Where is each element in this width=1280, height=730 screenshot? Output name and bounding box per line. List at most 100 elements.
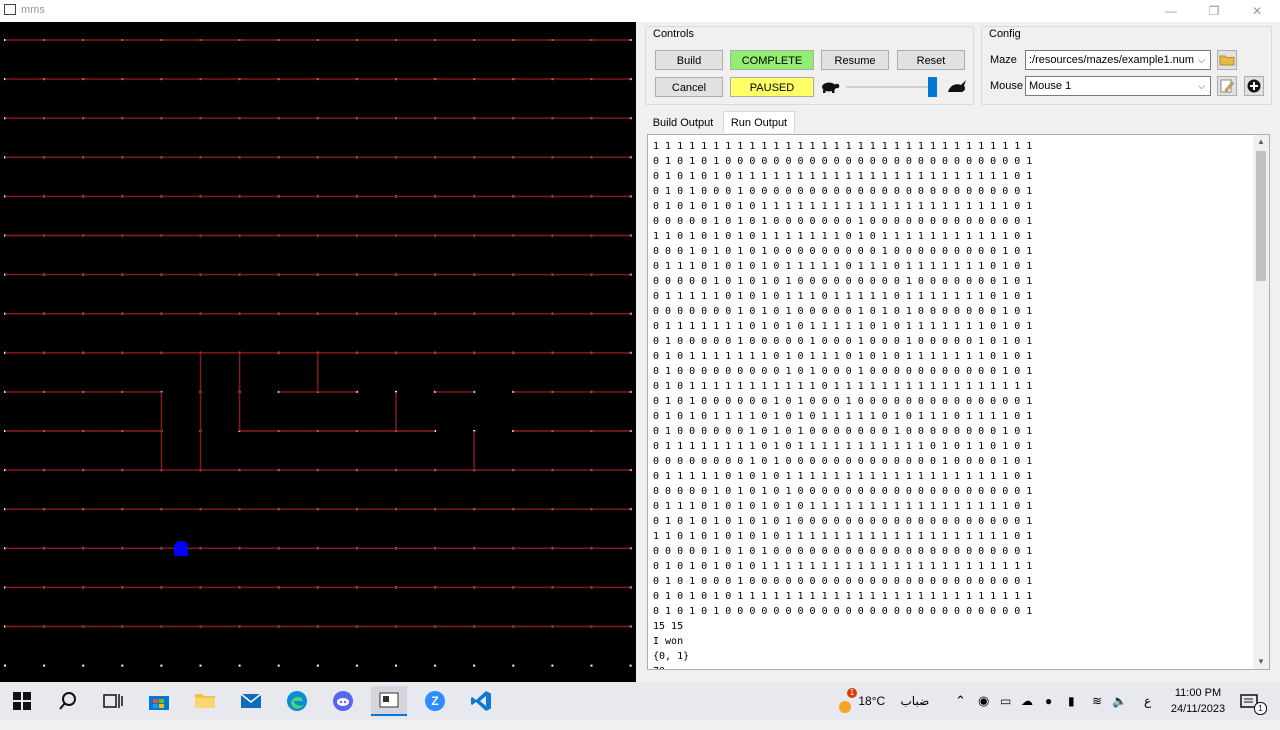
paused-status-button[interactable]: PAUSED bbox=[730, 77, 814, 97]
clock-date: 24/11/2023 bbox=[1170, 703, 1226, 715]
tab-build-output[interactable]: Build Output bbox=[648, 112, 718, 134]
output-line: 0 1 0 1 0 0 0 1 0 0 0 0 0 0 0 0 0 0 0 0 … bbox=[653, 186, 1033, 197]
output-line: {0, 1} bbox=[653, 651, 690, 662]
weather-temp: 18°C bbox=[858, 694, 886, 708]
micromouse-icon bbox=[174, 541, 188, 556]
speed-slider-track[interactable] bbox=[846, 86, 936, 88]
maze-post bbox=[395, 664, 397, 667]
notifications-icon[interactable]: 1 bbox=[1240, 682, 1267, 720]
scroll-up-icon[interactable]: ▲ bbox=[1253, 135, 1269, 149]
task-view-icon[interactable] bbox=[97, 686, 129, 716]
output-line: 0 1 1 1 0 1 0 1 0 1 0 1 1 1 1 1 0 1 1 1 … bbox=[653, 261, 1033, 272]
output-line: 0 0 0 1 0 1 0 1 0 1 0 0 0 0 0 0 0 0 0 1 … bbox=[653, 246, 1033, 257]
build-button[interactable]: Build bbox=[655, 50, 723, 70]
notification-badge: 1 bbox=[1254, 702, 1267, 715]
maze-post bbox=[355, 664, 358, 667]
record-icon[interactable]: ◉ bbox=[978, 682, 989, 720]
cancel-button[interactable]: Cancel bbox=[655, 77, 723, 97]
config-group-label: Config bbox=[989, 28, 1021, 40]
output-line: 0 0 0 0 0 0 0 1 0 1 0 1 0 0 0 0 0 1 0 1 … bbox=[653, 306, 1033, 317]
speed-slider-handle[interactable] bbox=[927, 77, 937, 97]
window-title: mms bbox=[21, 4, 45, 16]
output-line: 0 0 0 0 0 1 0 1 0 1 0 1 0 0 0 0 0 0 0 0 … bbox=[653, 276, 1033, 287]
wifi-icon[interactable]: ≋ bbox=[1092, 682, 1102, 720]
maze-post bbox=[434, 664, 437, 667]
store-icon[interactable] bbox=[143, 686, 175, 716]
microphone-icon[interactable]: ● bbox=[1045, 682, 1052, 720]
output-line: 0 1 0 1 0 1 0 0 0 0 0 0 0 0 0 0 0 0 0 0 … bbox=[653, 606, 1033, 617]
taskbar: Z 1 18°C ضباب ⌃ ◉ ▭ ☁ ● ▮ ≋ 🔈 ع 11:00 PM… bbox=[0, 682, 1280, 720]
app-icon bbox=[4, 4, 16, 15]
mouse-select[interactable]: Mouse 1 ⌵ bbox=[1025, 76, 1211, 96]
maze-post bbox=[316, 664, 319, 667]
run-output-text[interactable]: 1 1 1 1 1 1 1 1 1 1 1 1 1 1 1 1 1 1 1 1 … bbox=[647, 134, 1270, 670]
mouse-label: Mouse bbox=[990, 80, 1024, 92]
mouse-select-value: Mouse 1 bbox=[1029, 80, 1072, 92]
complete-status-button[interactable]: COMPLETE bbox=[730, 50, 814, 70]
output-line: 0 1 0 0 0 0 0 0 1 0 1 0 1 0 0 0 0 0 0 0 … bbox=[653, 426, 1033, 437]
tab-run-output[interactable]: Run Output bbox=[723, 111, 795, 133]
discord-icon[interactable] bbox=[327, 686, 359, 716]
output-line: 0 1 0 1 0 1 1 1 1 0 1 0 1 0 1 1 1 1 1 0 … bbox=[653, 411, 1033, 422]
reset-button[interactable]: Reset bbox=[897, 50, 965, 70]
output-line: 0 1 0 1 0 1 0 0 0 0 0 0 0 0 0 0 0 0 0 0 … bbox=[653, 156, 1033, 167]
edit-icon[interactable] bbox=[1217, 76, 1237, 96]
weather-widget[interactable]: 1 18°C ضباب bbox=[835, 682, 929, 720]
maze-post bbox=[512, 664, 515, 667]
output-scrollbar[interactable]: ▲ ▼ bbox=[1253, 135, 1269, 669]
maze-post bbox=[121, 664, 124, 667]
restore-icon[interactable]: ❐ bbox=[1192, 0, 1236, 22]
onedrive-icon[interactable]: ☁ bbox=[1021, 682, 1033, 720]
maze-post bbox=[82, 664, 85, 667]
output-line: 0 1 0 1 1 1 1 1 1 1 0 1 0 1 1 1 0 1 0 1 … bbox=[653, 351, 1033, 362]
battery-icon[interactable]: ▮ bbox=[1068, 682, 1075, 720]
clock[interactable]: 11:00 PM 24/11/2023 bbox=[1165, 685, 1231, 717]
mail-icon[interactable] bbox=[235, 686, 267, 716]
output-line: 0 1 0 1 0 1 0 1 1 1 1 1 1 1 1 1 1 1 1 1 … bbox=[653, 591, 1033, 602]
output-lines: 1 1 1 1 1 1 1 1 1 1 1 1 1 1 1 1 1 1 1 1 … bbox=[653, 139, 1033, 669]
output-line: 0 1 0 0 0 0 0 0 0 0 0 1 0 1 0 0 0 1 0 0 … bbox=[653, 366, 1033, 377]
resume-button[interactable]: Resume bbox=[821, 50, 889, 70]
maze-post bbox=[4, 664, 6, 667]
output-line: 1 1 1 1 1 1 1 1 1 1 1 1 1 1 1 1 1 1 1 1 … bbox=[653, 141, 1033, 152]
volume-icon[interactable]: 🔈 bbox=[1112, 682, 1127, 720]
output-line: 0 0 0 0 0 1 0 1 0 1 0 1 0 0 0 0 0 0 0 0 … bbox=[653, 486, 1033, 497]
output-line: 15 15 bbox=[653, 621, 684, 632]
zoom-icon[interactable]: Z bbox=[419, 686, 451, 716]
output-line: 0 1 1 1 1 1 0 1 0 1 0 1 1 1 1 1 1 1 1 1 … bbox=[653, 471, 1033, 482]
scroll-down-icon[interactable]: ▼ bbox=[1253, 655, 1269, 669]
language-indicator[interactable]: ع bbox=[1144, 682, 1151, 720]
scrollbar-thumb[interactable] bbox=[1256, 151, 1266, 281]
tablet-icon[interactable]: ▭ bbox=[1000, 682, 1011, 720]
vscode-icon[interactable] bbox=[465, 686, 497, 716]
edge-icon[interactable] bbox=[281, 686, 313, 716]
output-line: 0 1 0 1 0 1 0 1 0 1 1 1 1 1 1 1 1 1 1 1 … bbox=[653, 561, 1033, 572]
search-icon[interactable] bbox=[52, 686, 84, 716]
output-line: I won bbox=[653, 636, 684, 647]
file-explorer-icon[interactable] bbox=[189, 686, 221, 716]
add-mouse-icon[interactable] bbox=[1244, 76, 1264, 96]
output-line: 0 1 0 1 0 0 0 0 0 0 1 0 1 0 0 0 1 0 0 0 … bbox=[653, 396, 1033, 407]
folder-icon[interactable] bbox=[1217, 50, 1237, 70]
output-line: 0 1 0 1 0 1 0 1 0 1 0 1 0 0 0 0 0 0 0 0 … bbox=[653, 516, 1033, 527]
maze-post bbox=[160, 664, 163, 667]
output-line: 0 0 0 0 0 0 0 0 1 0 1 0 0 0 0 0 0 0 0 0 … bbox=[653, 456, 1033, 467]
svg-text:Z: Z bbox=[431, 694, 438, 708]
minimize-icon[interactable]: — bbox=[1149, 0, 1193, 22]
output-line: 0 1 0 0 0 0 0 1 0 0 0 0 0 1 0 0 0 1 0 0 … bbox=[653, 336, 1033, 347]
mms-app-icon[interactable] bbox=[371, 686, 407, 716]
rabbit-icon bbox=[948, 80, 966, 92]
output-line: 0 1 0 1 0 1 0 1 1 1 1 1 1 1 1 1 1 1 1 1 … bbox=[653, 171, 1033, 182]
output-line: 1 1 0 1 0 1 0 1 0 1 1 1 1 1 1 1 0 1 0 1 … bbox=[653, 231, 1033, 242]
maze-select[interactable]: :/resources/mazes/example1.num ⌵ bbox=[1025, 50, 1211, 70]
output-line: 0 1 1 1 1 1 1 1 0 1 0 1 0 1 1 1 1 1 0 1 … bbox=[653, 321, 1033, 332]
output-line: 1 1 0 1 0 1 0 1 0 1 0 1 1 1 1 1 1 1 1 1 … bbox=[653, 531, 1033, 542]
chevron-down-icon: ⌵ bbox=[1198, 81, 1205, 91]
maze-post bbox=[473, 664, 476, 667]
windows-start-icon[interactable] bbox=[6, 686, 38, 716]
show-hidden-icons-chevron-icon[interactable]: ⌃ bbox=[955, 682, 966, 720]
clock-time: 11:00 PM bbox=[1174, 687, 1222, 699]
chevron-down-icon: ⌵ bbox=[1198, 55, 1205, 65]
close-icon[interactable]: ✕ bbox=[1235, 0, 1279, 22]
maze-label: Maze bbox=[990, 54, 1017, 66]
